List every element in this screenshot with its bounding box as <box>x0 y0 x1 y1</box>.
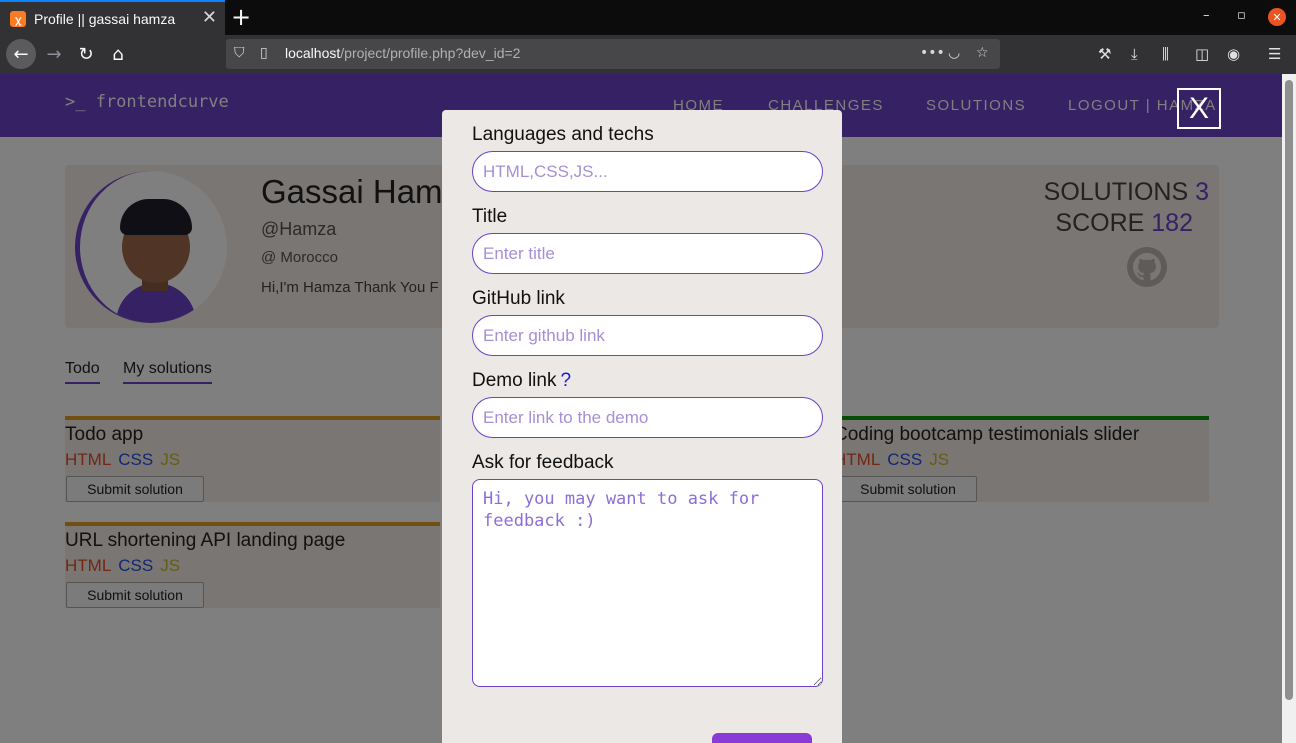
library-icon[interactable]: ⫼ <box>1162 45 1169 63</box>
minimize-icon[interactable]: – <box>1203 8 1210 23</box>
back-icon[interactable]: ← <box>6 39 36 69</box>
new-tab-icon[interactable]: + <box>231 3 251 31</box>
github-link-input[interactable] <box>472 315 823 356</box>
languages-input[interactable] <box>472 151 823 192</box>
url-bar[interactable]: ⛉ ▯ localhost/project/profile.php?dev_id… <box>226 39 1000 69</box>
modal-submit-button[interactable] <box>712 733 812 743</box>
browser-tab[interactable]: ꭓ Profile || gassai hamza ✕ <box>0 0 225 35</box>
demo-link-input[interactable] <box>472 397 823 438</box>
page-icon: ▯ <box>260 45 268 61</box>
url-text: localhost/project/profile.php?dev_id=2 <box>285 45 520 61</box>
title-label: Title <box>472 206 508 227</box>
feedback-label: Ask for feedback <box>472 452 614 473</box>
languages-label: Languages and techs <box>472 124 654 145</box>
tab-title: Profile || gassai hamza <box>34 10 176 27</box>
more-icon[interactable]: ••• <box>920 45 945 61</box>
browser-nav-bar: ← → ↻ ⌂ ⛉ ▯ localhost/project/profile.ph… <box>0 35 1296 74</box>
bookmark-star-icon[interactable]: ☆ <box>976 45 989 61</box>
url-host: localhost <box>285 45 341 61</box>
feedback-textarea[interactable] <box>472 479 823 687</box>
download-icon[interactable]: ⤓ <box>1131 45 1138 63</box>
forward-icon[interactable]: → <box>39 39 69 69</box>
page: >_ frontendcurve HOME CHALLENGES SOLUTIO… <box>0 74 1282 743</box>
close-modal-button[interactable]: X <box>1177 88 1221 129</box>
sidebar-icon[interactable]: ◫ <box>1195 45 1209 63</box>
title-input[interactable] <box>472 233 823 274</box>
xampp-icon: ꭓ <box>10 10 26 27</box>
submit-solution-modal: Languages and techs Title GitHub link De… <box>442 110 842 743</box>
window-close-icon[interactable]: ✕ <box>1268 8 1286 26</box>
github-label: GitHub link <box>472 288 565 309</box>
scrollbar-thumb[interactable] <box>1285 80 1293 700</box>
demo-label: Demo link? <box>472 370 571 392</box>
url-path: /project/profile.php?dev_id=2 <box>340 45 521 61</box>
menu-icon[interactable]: ☰ <box>1268 45 1281 63</box>
demo-help-link[interactable]: ? <box>560 370 571 391</box>
pocket-icon[interactable]: ◡ <box>948 45 960 61</box>
reload-icon[interactable]: ↻ <box>71 39 101 69</box>
close-tab-icon[interactable]: ✕ <box>202 9 217 27</box>
page-scrollbar[interactable] <box>1282 74 1296 743</box>
wrench-icon[interactable]: ⚒ <box>1098 45 1111 63</box>
maximize-icon[interactable]: ▫ <box>1237 8 1246 23</box>
account-icon[interactable]: ◉ <box>1227 45 1240 63</box>
demo-label-text: Demo link <box>472 370 557 391</box>
home-icon[interactable]: ⌂ <box>103 39 133 69</box>
shield-icon[interactable]: ⛉ <box>234 45 245 61</box>
browser-tab-bar: ꭓ Profile || gassai hamza ✕ + – ▫ ✕ <box>0 0 1296 35</box>
